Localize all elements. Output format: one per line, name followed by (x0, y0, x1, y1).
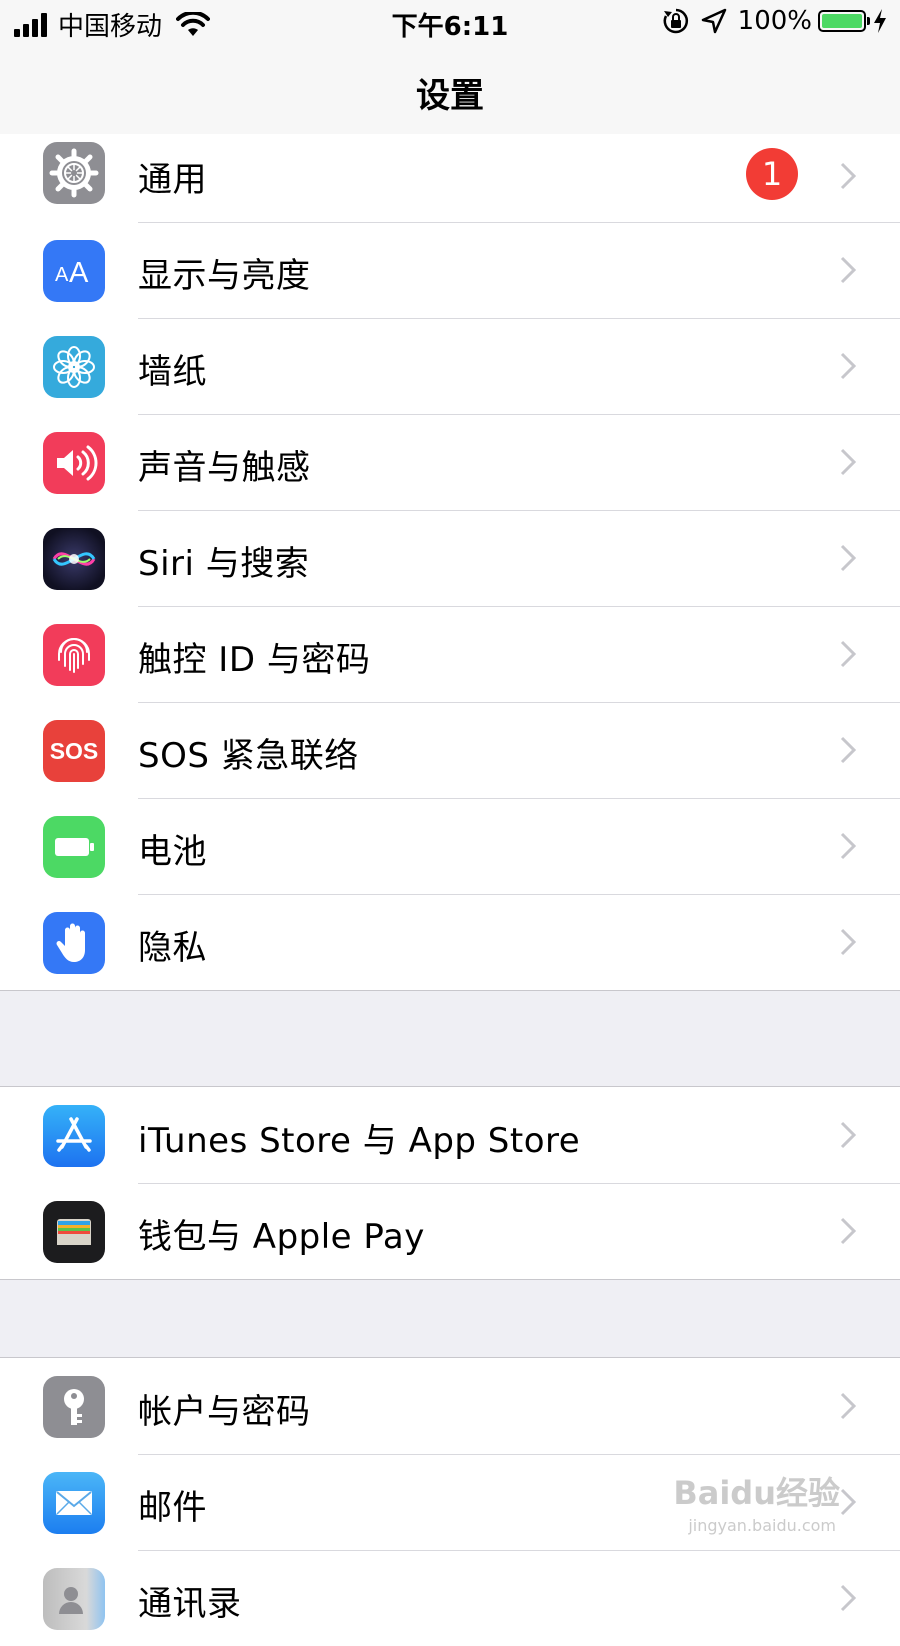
battery-percent: 100% (737, 6, 812, 36)
settings-row-label: 显示与亮度 (138, 256, 311, 296)
settings-row-label: 墙纸 (138, 352, 207, 392)
chevron-right-icon (840, 640, 856, 668)
settings-row-wallpaper[interactable]: 墙纸 (0, 318, 900, 414)
notification-badge: 1 (746, 148, 798, 200)
status-bar: 中国移动 下午6:11 100% (0, 0, 900, 44)
chevron-right-icon (840, 1217, 856, 1245)
battery-app-icon (43, 816, 105, 878)
gear-icon (43, 142, 105, 204)
settings-row-label: iTunes Store 与 App Store (138, 1121, 581, 1161)
flower-icon (43, 336, 105, 398)
status-right: 100% (662, 6, 888, 36)
settings-row-label: 触控 ID 与密码 (138, 640, 371, 680)
chevron-right-icon (840, 1121, 856, 1149)
nav-bar: 设置 (0, 44, 900, 138)
hand-icon (43, 912, 105, 974)
chevron-right-icon (840, 256, 856, 284)
speaker-icon (43, 432, 105, 494)
battery-fill (822, 14, 862, 28)
siri-icon (43, 528, 105, 590)
chevron-right-icon (840, 448, 856, 476)
fingerprint-icon (43, 624, 105, 686)
settings-row-label: 声音与触感 (138, 448, 311, 488)
text-size-icon: A A (43, 240, 105, 302)
settings-row-label: 通用 (138, 160, 207, 200)
chevron-right-icon (840, 544, 856, 572)
settings-row-label: Siri 与搜索 (138, 544, 310, 584)
settings-row-accounts[interactable]: 帐户与密码 (0, 1358, 900, 1454)
settings-row-label: 邮件 (138, 1488, 207, 1528)
battery-icon (818, 10, 870, 32)
mail-icon (43, 1472, 105, 1534)
settings-row-wallet[interactable]: 钱包与 Apple Pay (0, 1183, 900, 1279)
charging-icon (874, 9, 886, 33)
watermark-url: jingyan.baidu.com (688, 1516, 836, 1535)
settings-row-app-store[interactable]: iTunes Store 与 App Store (0, 1087, 900, 1183)
chevron-right-icon (840, 928, 856, 956)
settings-row-label: 通讯录 (138, 1584, 242, 1624)
chevron-right-icon (840, 1584, 856, 1612)
settings-group-2: iTunes Store 与 App Store 钱包与 Apple Pay (0, 1086, 900, 1280)
settings-row-sounds[interactable]: 声音与触感 (0, 414, 900, 510)
chevron-right-icon (840, 1488, 856, 1516)
settings-row-label: 帐户与密码 (138, 1392, 311, 1432)
page-title: 设置 (416, 76, 484, 116)
chevron-right-icon (840, 736, 856, 764)
settings-row-label: 隐私 (138, 928, 207, 968)
contacts-icon (43, 1568, 105, 1630)
chevron-right-icon (840, 832, 856, 860)
settings-row-battery[interactable]: 电池 (0, 798, 900, 894)
settings-row-general[interactable]: 通用 1 (0, 134, 900, 222)
svg-text:A: A (69, 257, 89, 289)
chevron-right-icon (840, 1392, 856, 1420)
settings-row-siri[interactable]: Siri 与搜索 (0, 510, 900, 606)
settings-row-label: 电池 (138, 832, 207, 872)
settings-row-sos[interactable]: SOS SOS 紧急联络 (0, 702, 900, 798)
sos-icon: SOS (43, 720, 105, 782)
settings-row-contacts[interactable]: 通讯录 (0, 1550, 900, 1646)
chevron-right-icon (840, 162, 856, 190)
sos-icon-text: SOS (49, 737, 99, 764)
settings-row-touch-id[interactable]: 触控 ID 与密码 (0, 606, 900, 702)
rotation-lock-icon (663, 8, 688, 34)
settings-row-label: 钱包与 Apple Pay (138, 1217, 425, 1257)
watermark-logo: Baidu经验 (673, 1474, 840, 1512)
svg-text:A: A (55, 264, 69, 286)
settings-row-privacy[interactable]: 隐私 (0, 894, 900, 990)
wallet-icon (43, 1201, 105, 1263)
key-icon (43, 1376, 105, 1438)
chevron-right-icon (840, 352, 856, 380)
settings-group-1: 通用 1 A A 显示与亮度 墙纸 声音与触感 Siri 与搜索 触控 ID 与… (0, 134, 900, 991)
settings-row-display[interactable]: A A 显示与亮度 (0, 222, 900, 318)
location-icon (701, 8, 726, 34)
app-store-icon (43, 1105, 105, 1167)
settings-row-label: SOS 紧急联络 (138, 736, 359, 776)
